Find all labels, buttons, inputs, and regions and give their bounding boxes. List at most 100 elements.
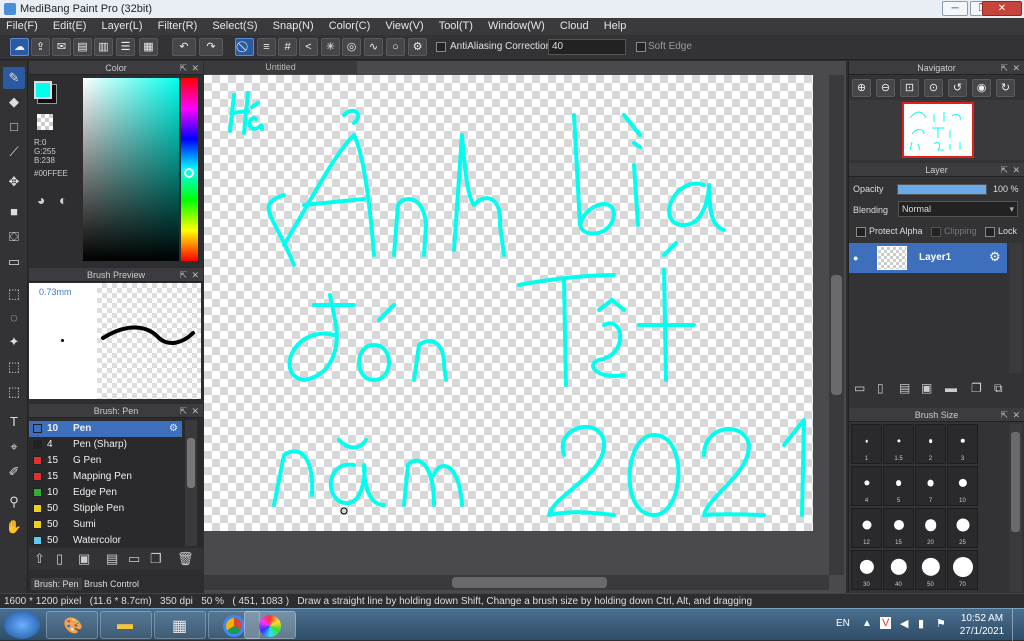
fill-rect-tool-icon[interactable]: ■ [3, 201, 25, 223]
close-button[interactable]: ✕ [982, 1, 1022, 16]
hue-handle[interactable] [184, 168, 194, 178]
palette-icon[interactable]: ◕ [37, 192, 45, 208]
undo-icon[interactable]: ↶ [172, 38, 196, 56]
zoom-in-icon[interactable]: ⊕ [852, 79, 871, 97]
eye-icon[interactable]: ● [853, 253, 858, 263]
zoom-out-icon[interactable]: ⊖ [876, 79, 895, 97]
foreground-color-swatch[interactable] [34, 81, 52, 99]
grid-icon[interactable]: ▦ [139, 38, 158, 56]
brush-size-cell[interactable]: 20 [915, 508, 946, 548]
menu-cloud[interactable]: Cloud [554, 18, 595, 35]
brush-size-cell[interactable]: 1 [851, 424, 882, 464]
menu-file[interactable]: File(F) [0, 18, 44, 35]
brush-item[interactable]: 50 Stipple Pen [29, 501, 182, 517]
brush-size-scrollbar[interactable] [1009, 424, 1022, 592]
start-button[interactable] [4, 611, 40, 639]
magic-wand-icon[interactable]: ✦ [3, 331, 25, 353]
canvas-vertical-scrollbar[interactable] [829, 75, 844, 575]
saturation-value-picker[interactable] [83, 78, 179, 261]
parallel-snap-icon[interactable]: ≡ [257, 38, 276, 56]
horizontal-scroll-thumb[interactable] [452, 577, 607, 588]
popout-icon[interactable]: ⇱ [1000, 163, 1008, 177]
clipping-checkbox[interactable] [931, 227, 941, 237]
menu-select[interactable]: Select(S) [206, 18, 263, 35]
text-tool-icon[interactable]: T [3, 411, 25, 433]
brush-size-scroll-thumb[interactable] [1011, 432, 1020, 532]
new-brush-icon[interactable]: ▯ [56, 551, 63, 567]
brush-item[interactable]: 4 Pen (Sharp) [29, 437, 182, 453]
snap-settings-icon[interactable]: ⚙ [408, 38, 427, 56]
brush-item[interactable]: 15 G Pen [29, 453, 182, 469]
lasso-tool-icon[interactable]: ◌ [3, 307, 25, 329]
new-halftone-layer-icon[interactable]: ▤ [899, 381, 910, 395]
hand-tool-icon[interactable]: ✋ [3, 516, 25, 538]
brush-size-cell[interactable]: 7 [915, 466, 946, 506]
add-layer-menu-icon[interactable]: ▣ [921, 381, 932, 395]
fit-icon[interactable]: ⊡ [900, 79, 919, 97]
brush-size-cell[interactable]: 5 [883, 466, 914, 506]
duplicate-icon[interactable]: ❐ [150, 551, 162, 567]
clock[interactable]: 10:52 AM 27/1/2021 [958, 612, 1006, 638]
menu-snap[interactable]: Snap(N) [267, 18, 320, 35]
brush-settings-icon[interactable]: ⚙ [169, 421, 178, 437]
comment-icon[interactable]: ✉ [52, 38, 71, 56]
brush-size-cell[interactable]: 4 [851, 466, 882, 506]
taskbar-paint-icon[interactable]: 🎨 [46, 611, 98, 639]
brush-size-cell[interactable]: 2 [915, 424, 946, 464]
network-icon[interactable]: ▮ [918, 617, 924, 630]
layer-scrollbar[interactable] [1009, 243, 1022, 373]
taskbar-medibang-icon[interactable] [244, 611, 296, 639]
folder-icon[interactable]: ▭ [128, 551, 140, 567]
curve-snap-icon[interactable]: ∿ [364, 38, 383, 56]
menu-filter[interactable]: Filter(R) [152, 18, 204, 35]
select-pen-icon[interactable]: ⬚ [3, 356, 25, 378]
brush-size-cell[interactable]: 70 [947, 550, 978, 590]
show-desktop-button[interactable] [1012, 609, 1024, 641]
menu-view[interactable]: View(V) [379, 18, 429, 35]
language-indicator[interactable]: EN [836, 618, 850, 629]
bucket-tool-icon[interactable]: ⛋ [3, 226, 25, 248]
select-eraser-icon[interactable]: ⬚ [3, 381, 25, 403]
ellipse-snap-icon[interactable]: ○ [386, 38, 405, 56]
lock-checkbox[interactable] [985, 227, 995, 237]
edit-brush-icon[interactable]: ▤ [106, 551, 118, 567]
layer-row[interactable]: ● Layer1 ⚙ [849, 243, 1007, 273]
vanishing-point-icon[interactable]: < [299, 38, 318, 56]
eraser-tool-icon[interactable]: ◆ [3, 91, 25, 113]
brush-size-cell[interactable]: 10 [947, 466, 978, 506]
menu-window[interactable]: Window(W) [482, 18, 551, 35]
brush-item[interactable]: 50 Sumi [29, 517, 182, 533]
navigator-viewport[interactable] [902, 102, 974, 158]
protect-alpha-checkbox[interactable] [856, 227, 866, 237]
list-icon[interactable]: ☰ [116, 38, 135, 56]
transparent-swatch[interactable] [37, 114, 53, 130]
popout-icon[interactable]: ⇱ [179, 61, 187, 75]
volume-icon[interactable]: ◀ [900, 617, 908, 630]
delete-brush-icon[interactable]: 🗑 [177, 551, 194, 567]
panel-icon[interactable]: ▥ [94, 38, 113, 56]
menu-tool[interactable]: Tool(T) [433, 18, 479, 35]
soft-edge-checkbox[interactable] [636, 42, 646, 52]
close-panel-icon[interactable]: ✕ [1012, 61, 1020, 75]
layer-name[interactable]: Layer1 [919, 252, 951, 263]
brush-size-cell[interactable]: 3 [947, 424, 978, 464]
brush-tool-icon[interactable]: ✎ [3, 67, 25, 89]
new-layer-icon[interactable]: ▯ [877, 381, 884, 395]
brush-size-cell[interactable]: 1.5 [883, 424, 914, 464]
close-panel-icon[interactable]: ✕ [191, 61, 199, 75]
operation-tool-icon[interactable]: ⌖ [3, 436, 25, 458]
move-tool-icon[interactable]: ✥ [3, 171, 25, 193]
select-tool-icon[interactable]: ⬚ [3, 283, 25, 305]
tray-expand-icon[interactable]: ▲ [862, 618, 872, 629]
cloud-layer-icon[interactable]: ▭ [854, 381, 865, 395]
menu-layer[interactable]: Layer(L) [96, 18, 149, 35]
circle-snap-icon[interactable]: ◎ [342, 38, 361, 56]
brush-size-cell[interactable]: 40 [883, 550, 914, 590]
brush-size-cell[interactable]: 15 [883, 508, 914, 548]
rotate-right-icon[interactable]: ↻ [996, 79, 1015, 97]
taskbar-office-icon[interactable]: ▦ [154, 611, 206, 639]
gradient-tool-icon[interactable]: ▭ [3, 251, 25, 273]
antialiasing-checkbox[interactable] [436, 42, 446, 52]
navigator-preview[interactable] [849, 100, 1024, 160]
tab-brush-pen[interactable]: Brush: Pen [31, 578, 82, 590]
